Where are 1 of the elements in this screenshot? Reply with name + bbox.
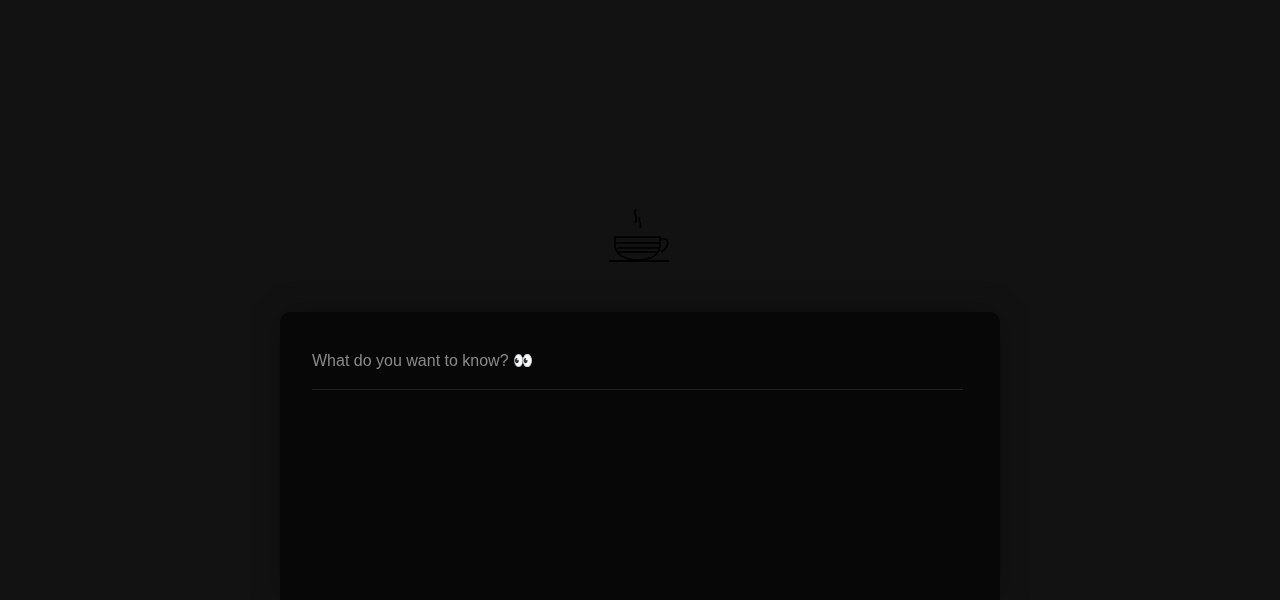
search-field[interactable]: What do you want to know? 👀 [312, 344, 963, 390]
